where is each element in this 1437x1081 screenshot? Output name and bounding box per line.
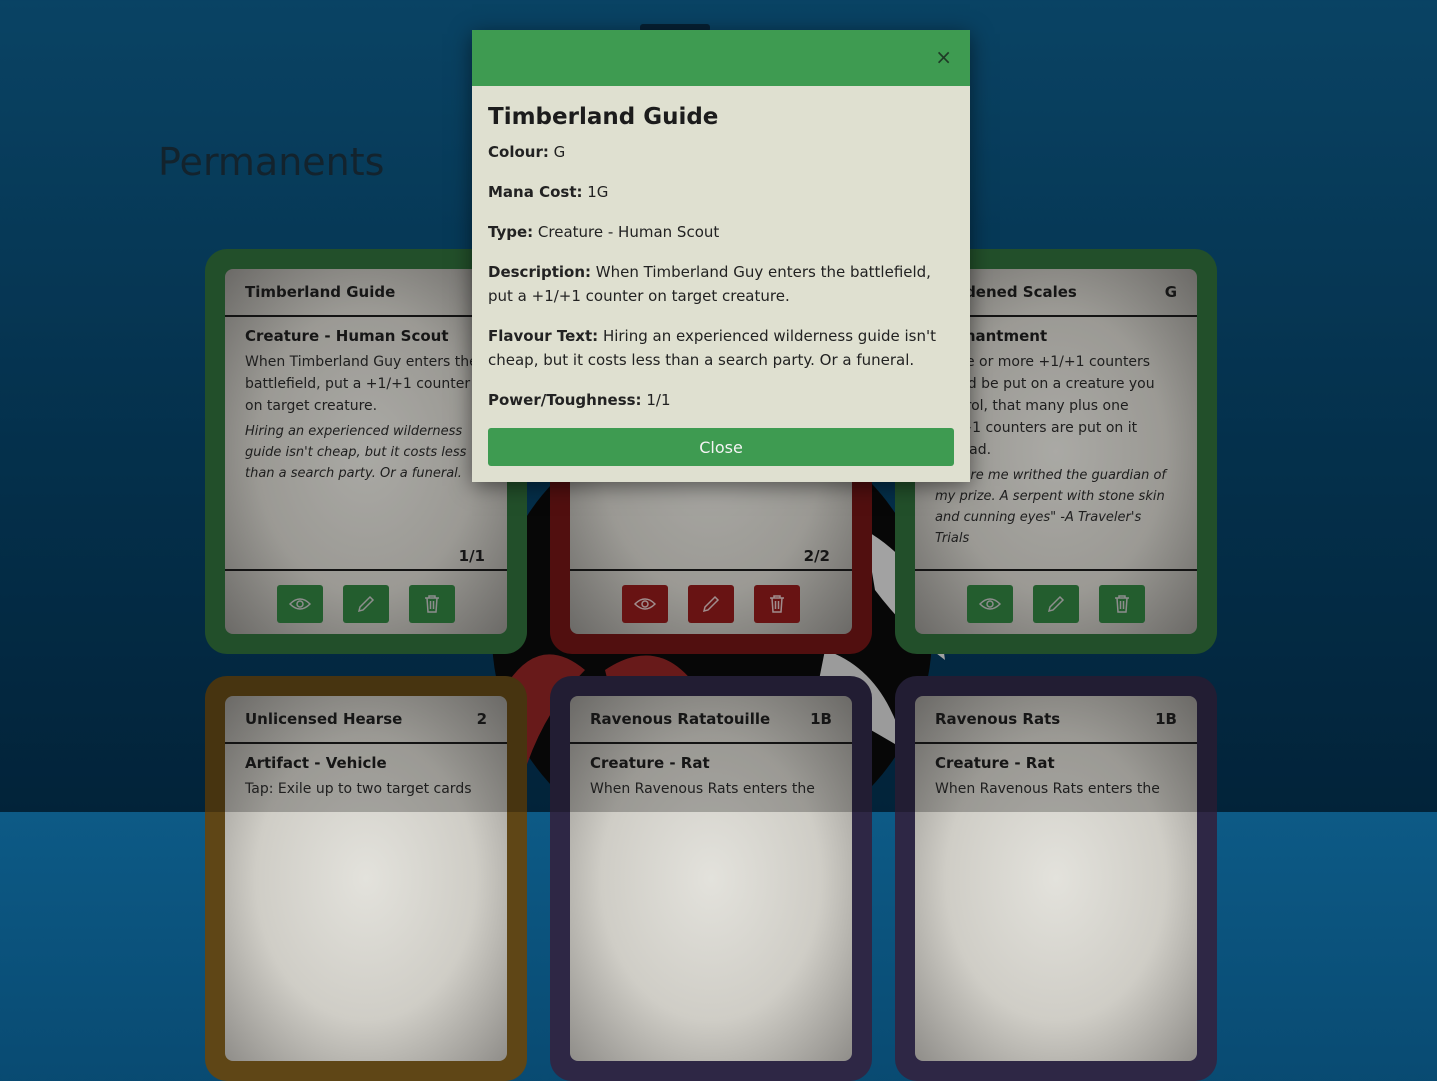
mana-cost-label: Mana Cost: bbox=[488, 183, 583, 201]
mana-cost-row: Mana Cost: 1G bbox=[488, 180, 954, 204]
colour-row: Colour: G bbox=[488, 140, 954, 164]
power-toughness-value: 1/1 bbox=[646, 391, 671, 409]
description-row: Description: When Timberland Guy enters … bbox=[488, 260, 954, 308]
type-value: Creature - Human Scout bbox=[537, 223, 720, 241]
close-icon[interactable]: × bbox=[935, 47, 952, 67]
power-toughness-label: Power/Toughness: bbox=[488, 391, 642, 409]
description-label: Description: bbox=[488, 263, 592, 281]
mana-cost-value: 1G bbox=[587, 183, 609, 201]
power-toughness-row: Power/Toughness: 1/1 bbox=[488, 388, 954, 412]
close-button[interactable]: Close bbox=[488, 428, 954, 466]
flavour-label: Flavour Text: bbox=[488, 327, 599, 345]
colour-label: Colour: bbox=[488, 143, 549, 161]
flavour-row: Flavour Text: Hiring an experienced wild… bbox=[488, 324, 954, 372]
modal-title: Timberland Guide bbox=[488, 104, 719, 130]
card-detail-modal: × Timberland Guide Colour: G Mana Cost: … bbox=[472, 30, 970, 482]
modal-header: × bbox=[472, 30, 970, 86]
colour-value: G bbox=[553, 143, 566, 161]
type-row: Type: Creature - Human Scout bbox=[488, 220, 954, 244]
type-label: Type: bbox=[488, 223, 534, 241]
modal-body: Timberland Guide Colour: G Mana Cost: 1G… bbox=[472, 86, 970, 412]
